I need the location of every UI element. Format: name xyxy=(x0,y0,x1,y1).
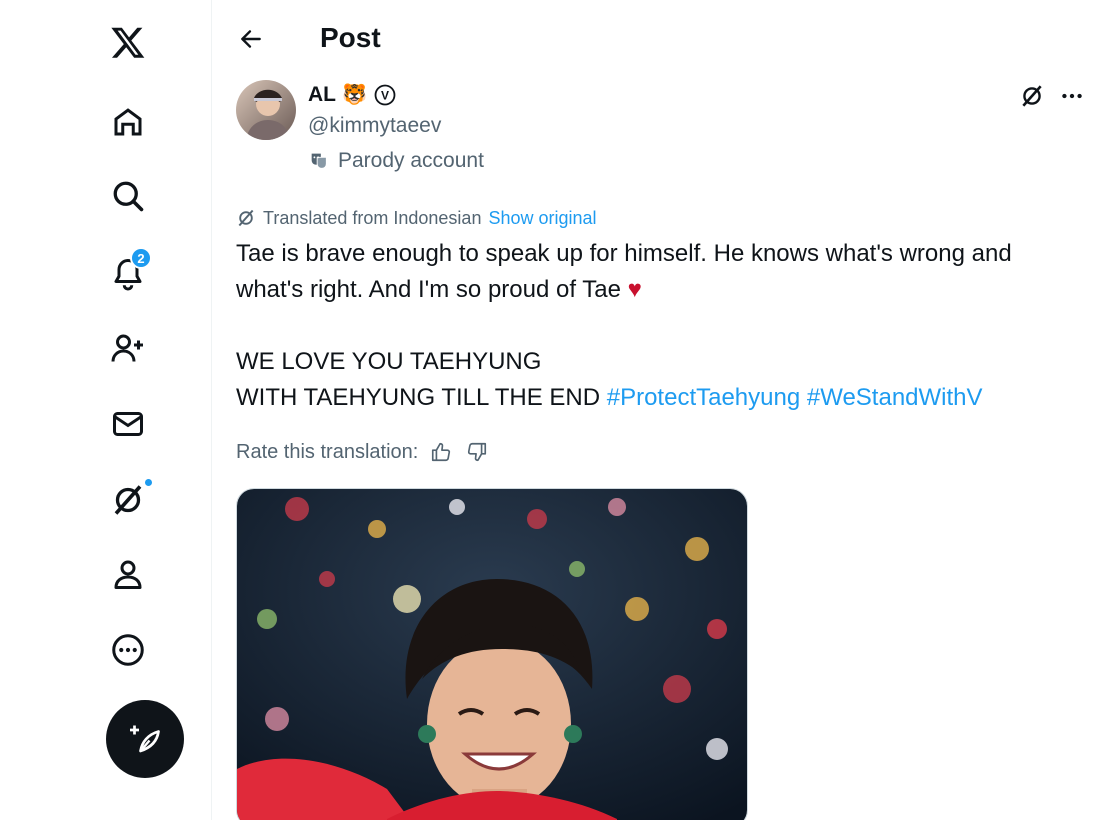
verified-label: V xyxy=(381,89,389,103)
home-icon[interactable] xyxy=(104,98,152,146)
hashtag-link[interactable]: #ProtectTaehyung xyxy=(607,384,800,411)
more-options-button[interactable] xyxy=(1055,80,1089,112)
post-line: WE LOVE YOU TAEHYUNG xyxy=(236,348,542,375)
grok-icon xyxy=(1022,85,1042,107)
post-line: what's right. And I'm so proud of Tae xyxy=(236,276,621,303)
post-line: Tae is brave enough to speak up for hims… xyxy=(236,240,1012,267)
tiger-emoji: 🐯 xyxy=(342,84,367,106)
rate-translation: Rate this translation: xyxy=(236,438,490,466)
post-image[interactable] xyxy=(236,488,748,820)
thumbs-down-icon xyxy=(468,442,487,462)
back-button[interactable] xyxy=(232,20,270,58)
parody-label: Parody account xyxy=(338,149,484,172)
arrow-left-icon xyxy=(241,30,261,48)
verified-v-icon: V xyxy=(374,84,396,106)
avatar[interactable] xyxy=(236,80,296,140)
post-line-with-heart: what's right. And I'm so proud of Tae ♥ xyxy=(236,272,1096,308)
author-name-row[interactable]: AL 🐯 V xyxy=(308,81,397,109)
search-icon[interactable] xyxy=(104,172,152,220)
grok-dot xyxy=(143,477,154,488)
thumbs-down-button[interactable] xyxy=(464,439,490,465)
parody-label-row: Parody account xyxy=(308,147,484,175)
post-line: WITH TAEHYUNG TILL THE END xyxy=(236,384,601,411)
person-plus-icon[interactable] xyxy=(104,324,152,372)
post-line-with-hashtags: WITH TAEHYUNG TILL THE END #ProtectTaehy… xyxy=(236,380,1096,416)
post-text: Tae is brave enough to speak up for hims… xyxy=(236,236,1096,416)
translation-label: Translated from Indonesian xyxy=(263,208,482,228)
sidebar-nav: 2 xyxy=(0,0,212,820)
thumbs-up-icon xyxy=(432,442,451,462)
thumbs-up-button[interactable] xyxy=(428,439,454,465)
grok-icon xyxy=(238,209,254,227)
feather-plus-icon xyxy=(130,725,160,753)
translation-notice: Translated from Indonesian Show original xyxy=(236,206,597,230)
heart-emoji: ♥ xyxy=(627,276,642,303)
show-original-link[interactable]: Show original xyxy=(488,206,596,230)
profile-icon[interactable] xyxy=(104,550,152,598)
notification-badge: 2 xyxy=(130,247,152,269)
masks-icon xyxy=(311,153,327,169)
display-name[interactable]: AL xyxy=(308,81,336,109)
page-title: Post xyxy=(320,22,381,53)
hashtag-link[interactable]: #WeStandWithV xyxy=(807,384,983,411)
grok-button[interactable] xyxy=(1016,80,1048,112)
more-circle-icon[interactable] xyxy=(104,626,152,674)
x-logo-icon[interactable] xyxy=(104,18,152,66)
more-horizontal-icon xyxy=(1062,93,1082,99)
compose-button[interactable] xyxy=(106,700,184,778)
handle[interactable]: @kimmytaeev xyxy=(308,112,441,140)
rate-label: Rate this translation: xyxy=(236,441,419,463)
mail-icon[interactable] xyxy=(104,400,152,448)
